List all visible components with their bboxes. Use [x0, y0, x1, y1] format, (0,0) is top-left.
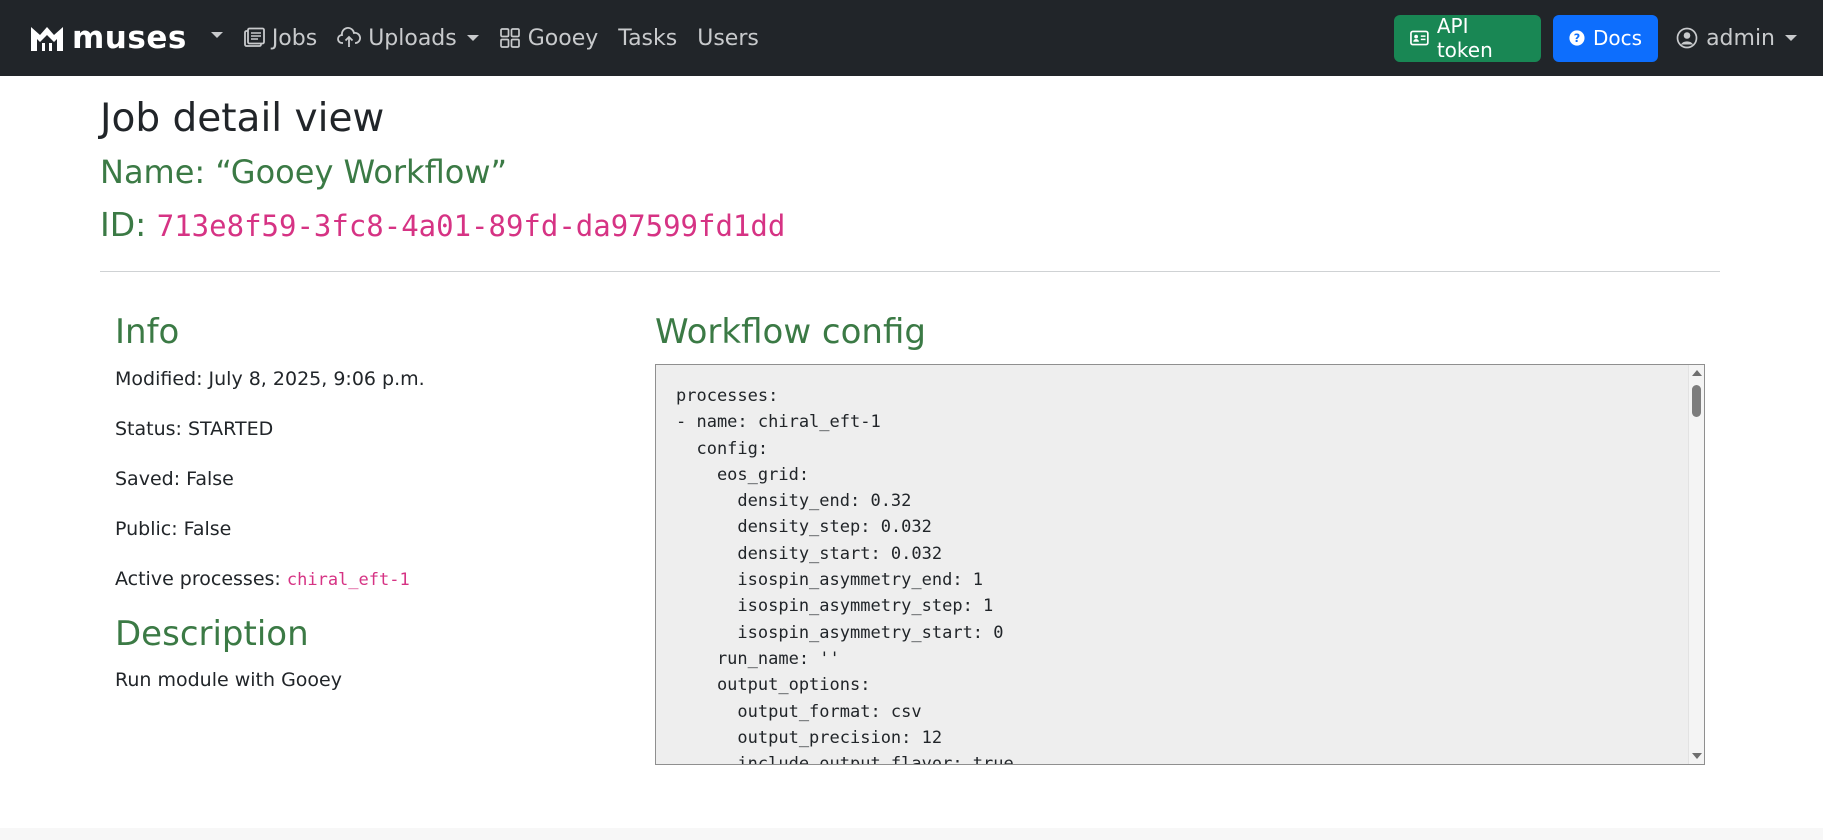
brand-name: muses: [72, 20, 187, 56]
api-token-button[interactable]: API token: [1394, 14, 1542, 62]
uploads-dropdown-caret: [466, 35, 479, 41]
id-card-icon: [1410, 30, 1429, 46]
active-process-value: chiral_eft-1: [286, 570, 410, 590]
modified-text: Modified: July 8, 2025, 9:06 p.m.: [115, 368, 425, 390]
workflow-config-box[interactable]: processes: - name: chiral_eft-1 config: …: [655, 364, 1705, 765]
navbar-right: API token ? Docs admin: [1394, 0, 1823, 76]
info-heading: Info: [115, 312, 180, 352]
api-token-label: API token: [1436, 14, 1493, 62]
workflow-config-heading: Workflow config: [655, 312, 926, 352]
svg-text:?: ?: [1574, 32, 1580, 45]
nav-tasks-label: Tasks: [618, 25, 678, 51]
workflow-config-text[interactable]: processes: - name: chiral_eft-1 config: …: [676, 383, 1014, 764]
muses-logo-icon: [31, 27, 63, 51]
user-menu[interactable]: admin: [1676, 26, 1797, 51]
nav-gooey-label: Gooey: [527, 25, 599, 51]
docs-label: Docs: [1593, 26, 1643, 50]
scroll-up-arrow-icon[interactable]: [1692, 370, 1702, 376]
nav-users[interactable]: Users: [697, 0, 759, 76]
active-processes-label: Active processes:: [115, 568, 281, 590]
brand-link[interactable]: muses: [28, 20, 187, 56]
public-text: Public: False: [115, 518, 232, 540]
saved-text: Saved: False: [115, 468, 234, 490]
description-text: Run module with Gooey: [115, 669, 342, 691]
job-name: Name: “Gooey Workflow”: [100, 153, 508, 191]
job-id: ID: 713e8f59-3fc8-4a01-89fd-da97599fd1dd: [100, 205, 785, 244]
nav-gooey[interactable]: Gooey: [499, 0, 599, 76]
nav-users-label: Users: [697, 25, 759, 51]
nav-tasks[interactable]: Tasks: [618, 0, 677, 76]
cloud-upload-icon: [337, 27, 362, 47]
user-circle-icon: [1676, 27, 1698, 49]
job-id-label: ID:: [100, 205, 147, 244]
nav-uploads-label: Uploads: [368, 25, 457, 51]
description-heading: Description: [115, 614, 309, 654]
grid-icon: [499, 28, 520, 48]
workflow-config-scrollbar[interactable]: [1688, 365, 1704, 764]
user-name: admin: [1706, 25, 1775, 51]
divider: [100, 271, 1720, 272]
jobs-icon: [243, 27, 265, 47]
top-navbar: muses Jobs Uploads Gooey Tasks Users API…: [0, 0, 1823, 76]
active-processes: Active processes: chiral_eft-1: [115, 568, 410, 590]
docs-button[interactable]: ? Docs: [1553, 14, 1659, 62]
page-title: Job detail view: [100, 96, 385, 141]
user-dropdown-caret: [1785, 35, 1797, 41]
status-text: Status: STARTED: [115, 418, 274, 440]
footer-strip: [0, 828, 1823, 840]
question-circle-icon: ?: [1569, 30, 1585, 46]
job-id-value: 713e8f59-3fc8-4a01-89fd-da97599fd1dd: [156, 209, 786, 243]
scroll-down-arrow-icon[interactable]: [1692, 753, 1702, 759]
scroll-thumb[interactable]: [1692, 385, 1701, 417]
nav-jobs-label: Jobs: [271, 25, 318, 51]
nav-jobs[interactable]: Jobs: [243, 0, 317, 76]
nav-uploads[interactable]: Uploads: [337, 0, 479, 76]
brand-dropdown-toggle[interactable]: [210, 32, 223, 38]
